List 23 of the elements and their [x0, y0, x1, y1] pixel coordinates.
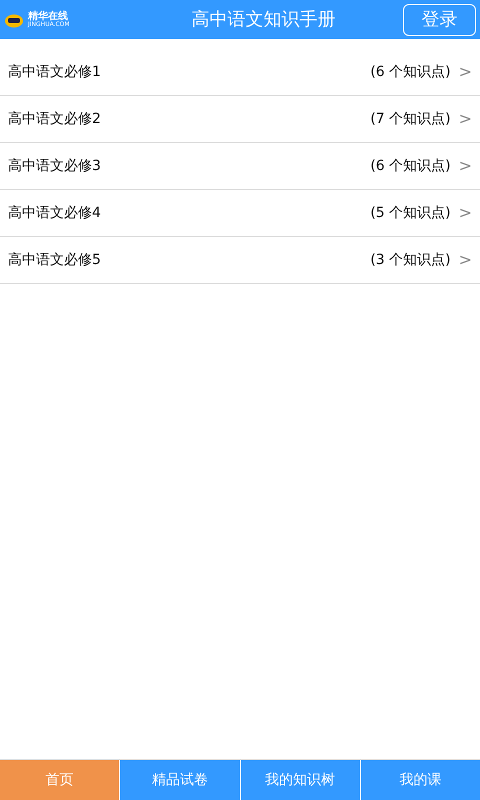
- item-label: 高中语文必修2: [8, 110, 102, 128]
- item-label: 高中语文必修1: [8, 62, 102, 82]
- chevron-icon: >: [458, 107, 472, 131]
- chevron-icon: >: [458, 248, 472, 272]
- list-item[interactable]: 高中语文必修4 (5 个知识点) >: [0, 190, 480, 237]
- list-item[interactable]: 高中语文必修1 (6 个知识点) >: [0, 49, 480, 96]
- chevron-icon: >: [458, 60, 472, 84]
- chevron-icon: >: [458, 154, 472, 178]
- item-label: 高中语文必修4: [8, 204, 102, 222]
- item-label: 高中语文必修3: [8, 156, 102, 176]
- item-count: (6 个知识点): [370, 62, 451, 82]
- item-count: (6 个知识点): [370, 156, 451, 176]
- page-title: 高中语文知识手册: [190, 8, 336, 32]
- item-count: (7 个知识点): [370, 110, 451, 128]
- list-item[interactable]: 高中语文必修3 (6 个知识点) >: [0, 143, 480, 190]
- item-count: (3 个知识点): [370, 250, 451, 270]
- logo-name: 精华在线: [28, 12, 69, 22]
- item-label: 高中语文必修5: [8, 250, 102, 270]
- list-item[interactable]: 高中语文必修2 (7 个知识点) >: [0, 96, 480, 143]
- logo-icon: [4, 12, 24, 28]
- list-item[interactable]: 高中语文必修5 (3 个知识点) >: [0, 237, 480, 284]
- item-count: (5 个知识点): [370, 204, 451, 222]
- chevron-icon: >: [458, 201, 472, 225]
